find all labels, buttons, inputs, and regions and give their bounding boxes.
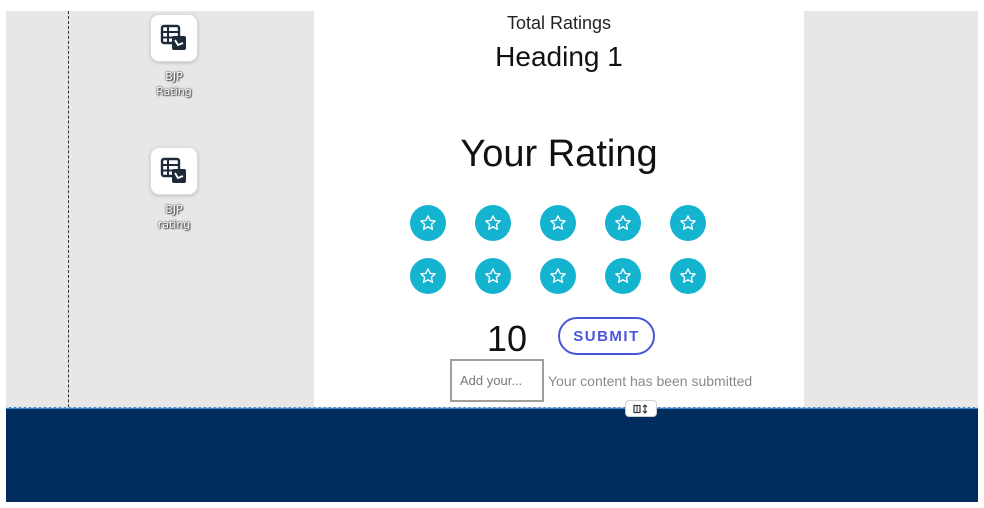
- star-rating-grid: [410, 205, 710, 294]
- star-button-8[interactable]: [540, 258, 576, 294]
- table-chart-icon: [150, 147, 198, 195]
- desktop-icon-bjp-rating[interactable]: BJP Rating: [144, 14, 204, 99]
- footer-strip: [6, 408, 978, 502]
- star-outline-icon: [680, 215, 696, 230]
- star-outline-icon: [680, 268, 696, 283]
- rating-widget-section: Total Ratings Heading 1 Your Rating 10 S…: [314, 11, 804, 407]
- star-button-1[interactable]: [410, 205, 446, 241]
- star-button-10[interactable]: [670, 258, 706, 294]
- desktop-icon-label: BJP Rating: [156, 70, 192, 98]
- star-button-2[interactable]: [475, 205, 511, 241]
- star-outline-icon: [420, 268, 436, 283]
- your-rating-title[interactable]: Your Rating: [314, 133, 804, 176]
- star-button-7[interactable]: [475, 258, 511, 294]
- star-button-9[interactable]: [605, 258, 641, 294]
- star-outline-icon: [485, 215, 501, 230]
- star-outline-icon: [615, 215, 631, 230]
- desktop-icon-bjp-rating-2[interactable]: BJP rating: [144, 147, 204, 232]
- star-outline-icon: [485, 268, 501, 283]
- editor-canvas: Total Ratings Heading 1 Your Rating 10 S…: [6, 11, 978, 502]
- submit-button[interactable]: SUBMIT: [558, 317, 655, 355]
- star-outline-icon: [550, 215, 566, 230]
- submission-success-message: Your content has been submitted: [548, 373, 753, 389]
- star-outline-icon: [550, 268, 566, 283]
- star-button-5[interactable]: [670, 205, 706, 241]
- star-outline-icon: [615, 268, 631, 283]
- resize-handle[interactable]: [625, 400, 657, 417]
- star-outline-icon: [420, 215, 436, 230]
- star-button-3[interactable]: [540, 205, 576, 241]
- heading-1[interactable]: Heading 1: [314, 41, 804, 73]
- desktop-icon-label: BJP rating: [157, 203, 191, 231]
- star-button-4[interactable]: [605, 205, 641, 241]
- total-ratings-label: Total Ratings: [506, 13, 612, 33]
- resize-handle-icon: [633, 403, 648, 414]
- star-button-6[interactable]: [410, 258, 446, 294]
- rating-value: 10: [486, 318, 528, 359]
- table-chart-icon: [150, 14, 198, 62]
- section-dashed-border: [6, 407, 978, 408]
- comment-input[interactable]: [450, 359, 544, 402]
